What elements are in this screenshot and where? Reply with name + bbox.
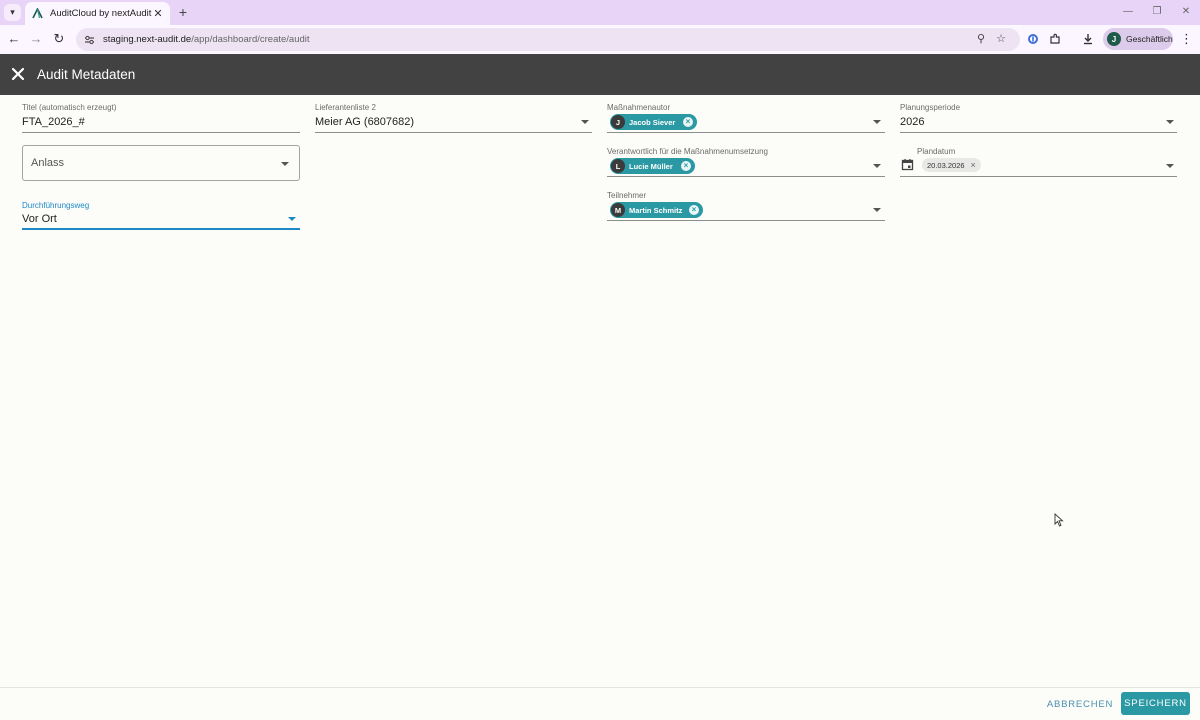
profile-label: Geschäftlich (1126, 34, 1173, 44)
url-host: staging.next-audit.de (103, 34, 192, 45)
titel-value: FTA_2026_# (22, 116, 85, 128)
durchfuehrungsweg-label: Durchführungsweg (22, 201, 90, 210)
download-icon[interactable] (1081, 32, 1095, 46)
calendar-icon[interactable] (901, 158, 914, 171)
footer-divider (0, 687, 1200, 688)
teilnehmer-dropdown-arrow-icon (873, 208, 881, 212)
app-header: Audit Metadaten (0, 54, 1200, 95)
tab-close-icon[interactable]: ✕ (152, 7, 164, 20)
planungsperiode-value: 2026 (900, 116, 925, 128)
reload-icon[interactable]: ↻ (51, 31, 67, 47)
save-button[interactable]: SPEICHERN (1121, 692, 1190, 715)
zoom-icon[interactable]: ⚲ (974, 32, 988, 46)
auditcloud-favicon-icon (31, 8, 43, 20)
titel-underline (22, 132, 300, 133)
massnahmenautor-underline (607, 132, 885, 133)
browser-toolbar: ← → ↻ staging.next-audit.de/app/dashboar… (0, 25, 1200, 54)
site-info-icon[interactable] (82, 33, 96, 47)
plandatum-clear-icon[interactable]: × (971, 160, 976, 170)
browser-menu-icon[interactable]: ⋮ (1180, 32, 1193, 46)
teilnehmer-label: Teilnehmer (607, 191, 647, 200)
profile-avatar: J (1107, 32, 1121, 46)
plandatum-value: 20.03.2026 (927, 160, 965, 170)
close-icon[interactable] (10, 66, 26, 82)
verantwortlich-label: Verantwortlich für die Maßnahmenumsetzun… (607, 147, 768, 156)
lieferantenliste-value: Meier AG (6807682) (315, 116, 415, 128)
lieferantenliste-select[interactable]: Lieferantenliste 2 Meier AG (6807682) (315, 103, 592, 133)
minimize-icon[interactable]: — (1116, 4, 1140, 20)
password-manager-icon[interactable] (1026, 32, 1040, 46)
window-close-icon[interactable]: ✕ (1174, 4, 1198, 20)
mouse-cursor-icon (1054, 512, 1064, 527)
chip-label: Lucie Müller (629, 161, 673, 171)
anlass-placeholder: Anlass (31, 157, 65, 169)
extensions-icon[interactable] (1048, 32, 1062, 46)
plandatum-chip: 20.03.2026 × (922, 158, 981, 172)
verantwortlich-dropdown-arrow-icon (873, 164, 881, 168)
tab-title: AuditCloud by nextAudit (50, 8, 152, 19)
page-title: Audit Metadaten (37, 67, 136, 82)
lieferantenliste-underline (315, 132, 592, 133)
massnahmenautor-dropdown-arrow-icon (873, 120, 881, 124)
durchfuehrungsweg-value: Vor Ort (22, 213, 57, 225)
plandatum-field[interactable]: Plandatum 20.03.2026 × (900, 147, 1177, 177)
address-bar[interactable]: staging.next-audit.de/app/dashboard/crea… (76, 28, 1020, 51)
massnahmenautor-select[interactable]: Maßnahmenautor J Jacob Siever × (607, 103, 885, 133)
plandatum-label: Plandatum (917, 147, 956, 156)
url-text: staging.next-audit.de/app/dashboard/crea… (103, 34, 310, 45)
tab-search-icon[interactable]: ▾ (4, 4, 21, 21)
restore-icon[interactable]: ❐ (1145, 4, 1169, 20)
anlass-select[interactable]: Anlass (22, 145, 300, 181)
bookmark-star-icon[interactable]: ☆ (994, 32, 1008, 46)
planungsperiode-select[interactable]: Planungsperiode 2026 (900, 103, 1177, 133)
lieferantenliste-dropdown-arrow-icon (581, 120, 589, 124)
titel-label: Titel (automatisch erzeugt) (22, 103, 117, 112)
browser-tabstrip: ▾ AuditCloud by nextAudit ✕ + — ❐ ✕ (0, 0, 1200, 25)
plandatum-underline (900, 176, 1177, 177)
chip-avatar: J (611, 115, 625, 129)
chip-remove-icon[interactable]: × (683, 117, 693, 127)
planungsperiode-underline (900, 132, 1177, 133)
lieferantenliste-label: Lieferantenliste 2 (315, 103, 376, 112)
massnahmenautor-chip: J Jacob Siever × (610, 114, 697, 130)
verantwortlich-select[interactable]: Verantwortlich für die Maßnahmenumsetzun… (607, 147, 885, 177)
chip-remove-icon[interactable]: × (689, 205, 699, 215)
verantwortlich-chip: L Lucie Müller × (610, 158, 695, 174)
titel-field[interactable]: Titel (automatisch erzeugt) FTA_2026_# (22, 103, 300, 133)
teilnehmer-underline (607, 220, 885, 221)
new-tab-icon[interactable]: + (176, 4, 190, 20)
forward-icon[interactable]: → (28, 31, 44, 47)
chip-label: Jacob Siever (629, 117, 676, 127)
teilnehmer-select[interactable]: Teilnehmer M Martin Schmitz × (607, 191, 885, 221)
url-path: /app/dashboard/create/audit (191, 34, 310, 45)
massnahmenautor-label: Maßnahmenautor (607, 103, 671, 112)
chip-label: Martin Schmitz (629, 205, 683, 215)
chip-avatar: L (611, 159, 625, 173)
cancel-button[interactable]: ABBRECHEN (1043, 693, 1117, 715)
profile-button[interactable]: J Geschäftlich (1103, 28, 1173, 50)
durchfuehrungsweg-dropdown-arrow-icon (288, 217, 296, 221)
anlass-dropdown-arrow-icon (281, 162, 289, 166)
browser-tab[interactable]: AuditCloud by nextAudit ✕ (25, 2, 170, 25)
planungsperiode-label: Planungsperiode (900, 103, 961, 112)
back-icon[interactable]: ← (6, 31, 22, 47)
plandatum-dropdown-arrow-icon (1166, 164, 1174, 168)
teilnehmer-chip: M Martin Schmitz × (610, 202, 703, 218)
verantwortlich-underline (607, 176, 885, 177)
durchfuehrungsweg-select[interactable]: Durchführungsweg Vor Ort (22, 201, 300, 231)
chip-remove-icon[interactable]: × (681, 161, 691, 171)
planungsperiode-dropdown-arrow-icon (1166, 120, 1174, 124)
chip-avatar: M (611, 203, 625, 217)
durchfuehrungsweg-underline (22, 228, 300, 230)
